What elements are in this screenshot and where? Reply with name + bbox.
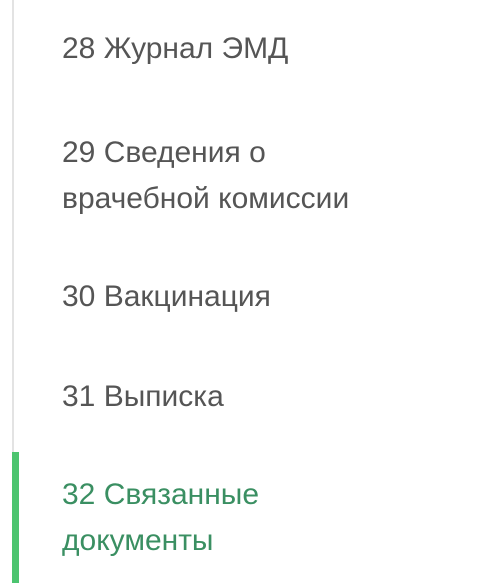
nav-item-label: 30 Вакцинация [62,280,271,313]
nav-item-label: 28 Журнал ЭМД [62,32,289,65]
nav-item-label-line-2: врачебной комиссии [62,182,350,215]
nav-item-emd-journal[interactable]: 28 Журнал ЭМД [12,26,482,72]
nav-item-vaccination[interactable]: 30 Вакцинация [12,274,482,320]
active-section-indicator [12,452,19,583]
nav-item-label-line-1: 32 Связанные [62,478,260,511]
nav-item-label: 31 Выписка [62,380,224,413]
nav-item-related-documents[interactable]: 32 Связанные документы [12,452,482,583]
nav-item-medical-commission[interactable]: 29 Сведения о врачебной комиссии [12,130,482,222]
document-section-nav: 28 Журнал ЭМД 29 Сведения о врачебной ко… [0,0,497,583]
nav-item-label-line-2: документы [62,524,214,557]
nav-item-label-line-1: 29 Сведения о [62,136,266,169]
nav-item-discharge-summary[interactable]: 31 Выписка [12,374,482,420]
